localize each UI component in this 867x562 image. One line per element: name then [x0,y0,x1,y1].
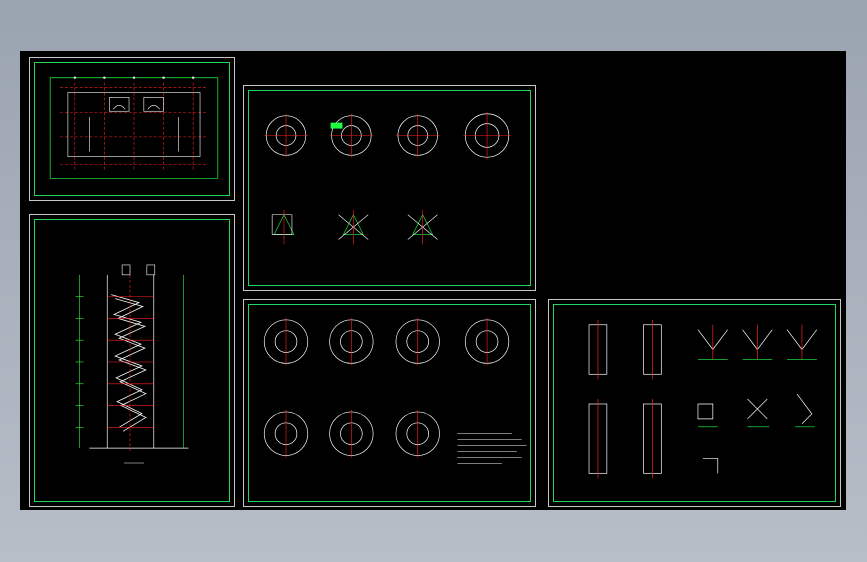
stair-plans-notes-drawing [263,317,527,464]
sheet-connection-details[interactable] [548,299,841,507]
sheet-floor-plan[interactable] [29,57,235,201]
stair-section-drawing [75,264,189,464]
sheet-stair-section[interactable] [29,214,235,507]
stair-plans-drawing [264,111,511,245]
sheet-stair-plans-upper[interactable] [243,85,536,291]
connection-details-drawing [588,319,818,479]
drawing-viewport[interactable] [20,51,846,510]
sheet-stair-plans-lower[interactable] [243,299,536,507]
floor-plan-drawing [49,76,219,179]
